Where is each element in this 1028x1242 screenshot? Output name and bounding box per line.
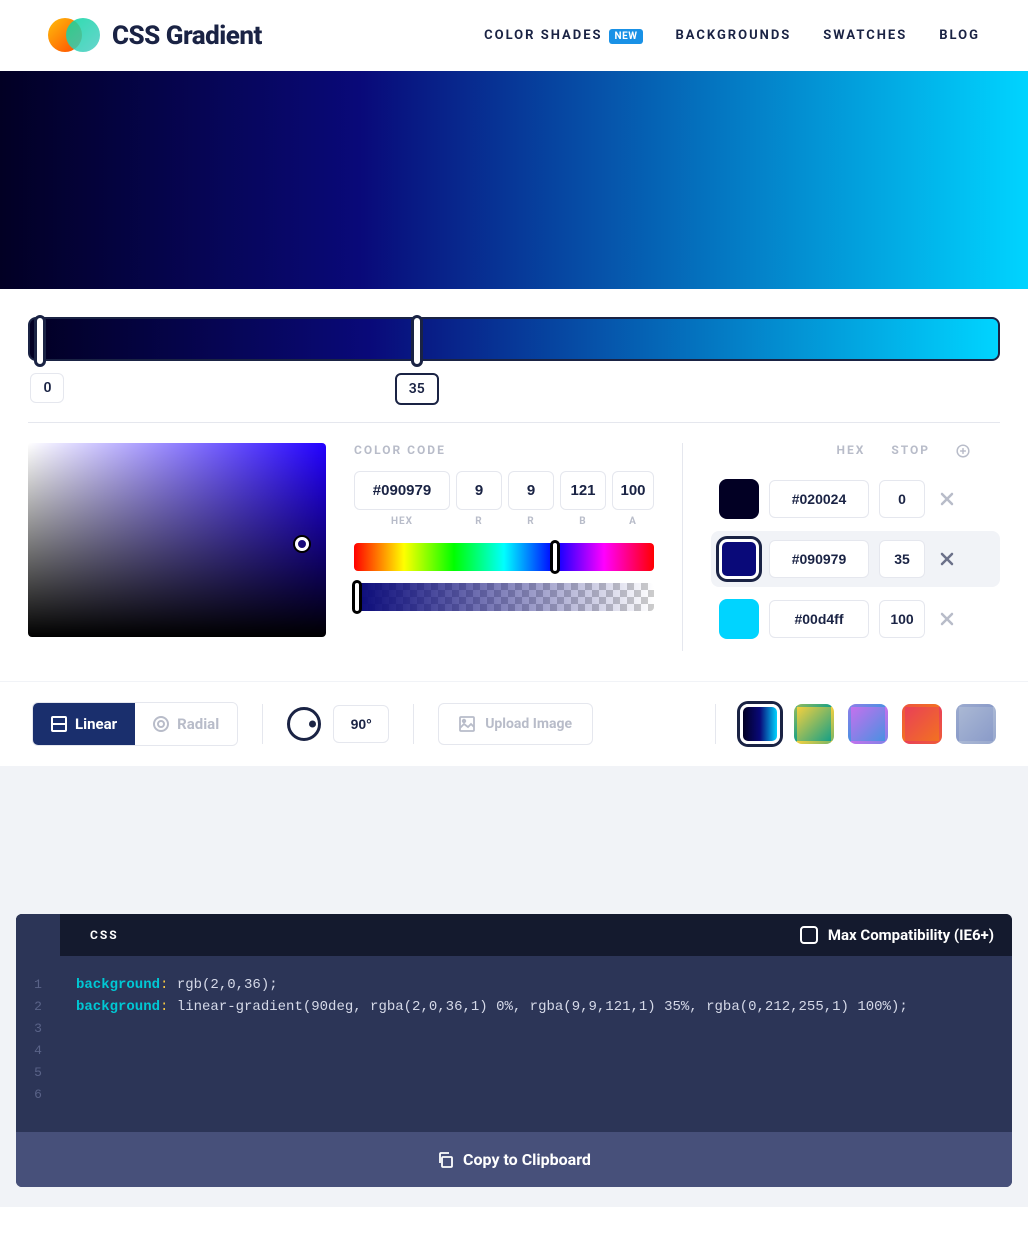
nav-swatches[interactable]: SWATCHES <box>823 28 907 43</box>
hue-handle[interactable] <box>550 540 560 574</box>
stops-column: HEX STOP <box>711 443 1000 651</box>
add-stop-icon[interactable] <box>956 444 970 458</box>
remove-stop-icon[interactable] <box>935 607 959 631</box>
b-input[interactable] <box>560 471 606 510</box>
nav: COLOR SHADESNEW BACKGROUNDS SWATCHES BLO… <box>484 28 980 43</box>
copy-icon <box>437 1152 453 1168</box>
slider-labels: 0 35 <box>28 373 1000 423</box>
angle-dial[interactable] <box>287 707 321 741</box>
angle-indicator <box>309 721 316 728</box>
presets <box>740 704 996 744</box>
stops-stop-label: STOP <box>891 443 930 457</box>
stop-hex-input[interactable] <box>769 480 869 518</box>
divider <box>262 704 263 744</box>
image-icon <box>459 716 475 732</box>
radial-icon <box>153 716 169 732</box>
color-editor: COLOR CODE HEX R R B A HEX STOP <box>0 423 1028 681</box>
controls-bar: Linear Radial Upload Image <box>0 681 1028 766</box>
a-input[interactable] <box>612 471 654 510</box>
header: CSS Gradient COLOR SHADESNEW BACKGROUNDS… <box>0 0 1028 71</box>
stop-swatch[interactable] <box>719 479 759 519</box>
color-code-column: COLOR CODE HEX R R B A <box>354 443 654 651</box>
color-code-header: COLOR CODE <box>354 443 654 457</box>
stop-row[interactable] <box>711 471 1000 527</box>
alpha-handle[interactable] <box>352 580 362 614</box>
logo-icon <box>48 18 98 53</box>
divider <box>715 704 716 744</box>
stops-hex-label: HEX <box>836 443 865 457</box>
preset-swatch[interactable] <box>794 704 834 744</box>
stop-pos-input[interactable] <box>879 600 925 638</box>
hex-input[interactable] <box>354 471 450 510</box>
max-compat-toggle[interactable]: Max Compatibility (IE6+) <box>800 926 1012 944</box>
alpha-slider[interactable] <box>354 583 654 611</box>
divider <box>682 443 683 651</box>
color-picker[interactable] <box>28 443 326 637</box>
css-tab[interactable]: CSS <box>60 914 149 956</box>
upload-image-button[interactable]: Upload Image <box>438 703 593 745</box>
stop-row[interactable] <box>711 591 1000 647</box>
new-badge: NEW <box>609 29 644 44</box>
slider-label-1[interactable]: 35 <box>395 373 439 405</box>
gradient-slider-section: 0 35 <box>0 289 1028 423</box>
r-input[interactable] <box>456 471 502 510</box>
angle-control <box>287 705 389 743</box>
logo[interactable]: CSS Gradient <box>48 18 262 53</box>
max-compat-checkbox[interactable] <box>800 926 818 944</box>
radial-button[interactable]: Radial <box>135 703 237 745</box>
code-header: CSS Max Compatibility (IE6+) <box>16 914 1012 956</box>
remove-stop-icon[interactable] <box>935 547 959 571</box>
remove-stop-icon[interactable] <box>935 487 959 511</box>
stop-hex-input[interactable] <box>769 600 869 638</box>
line-numbers: 123456 <box>16 956 60 1132</box>
copy-button[interactable]: Copy to Clipboard <box>16 1132 1012 1187</box>
a-label: A <box>612 516 654 527</box>
type-toggle: Linear Radial <box>32 702 238 746</box>
linear-button[interactable]: Linear <box>33 703 135 745</box>
preset-swatch[interactable] <box>848 704 888 744</box>
divider <box>413 704 414 744</box>
g-input[interactable] <box>508 471 554 510</box>
gradient-preview <box>0 71 1028 289</box>
nav-backgrounds[interactable]: BACKGROUNDS <box>675 28 791 43</box>
picker-cursor[interactable] <box>295 537 309 551</box>
stop-swatch[interactable] <box>719 539 759 579</box>
g-label: R <box>508 516 554 527</box>
gradient-slider[interactable] <box>28 317 1000 361</box>
stop-hex-input[interactable] <box>769 540 869 578</box>
nav-color-shades[interactable]: COLOR SHADESNEW <box>484 28 643 43</box>
stops-header: HEX STOP <box>711 443 1000 457</box>
code-section: CSS Max Compatibility (IE6+) 123456 back… <box>0 766 1028 1207</box>
slider-label-0[interactable]: 0 <box>30 373 64 403</box>
preset-swatch[interactable] <box>740 704 780 744</box>
slider-handle-1[interactable] <box>411 315 423 367</box>
preset-swatch[interactable] <box>902 704 942 744</box>
nav-blog[interactable]: BLOG <box>939 28 980 43</box>
stop-swatch[interactable] <box>719 599 759 639</box>
hex-label: HEX <box>354 516 450 527</box>
slider-handle-0[interactable] <box>34 315 46 367</box>
b-label: B <box>560 516 606 527</box>
code-content[interactable]: background: rgb(2,0,36);background: line… <box>60 956 1012 1132</box>
stop-pos-input[interactable] <box>879 480 925 518</box>
code-box: CSS Max Compatibility (IE6+) 123456 back… <box>16 914 1012 1187</box>
linear-icon <box>51 716 67 732</box>
r-label: R <box>456 516 502 527</box>
stop-pos-input[interactable] <box>879 540 925 578</box>
preset-swatch[interactable] <box>956 704 996 744</box>
logo-text: CSS Gradient <box>112 21 262 51</box>
hue-slider[interactable] <box>354 543 654 571</box>
stop-row[interactable] <box>711 531 1000 587</box>
angle-input[interactable] <box>333 705 389 743</box>
